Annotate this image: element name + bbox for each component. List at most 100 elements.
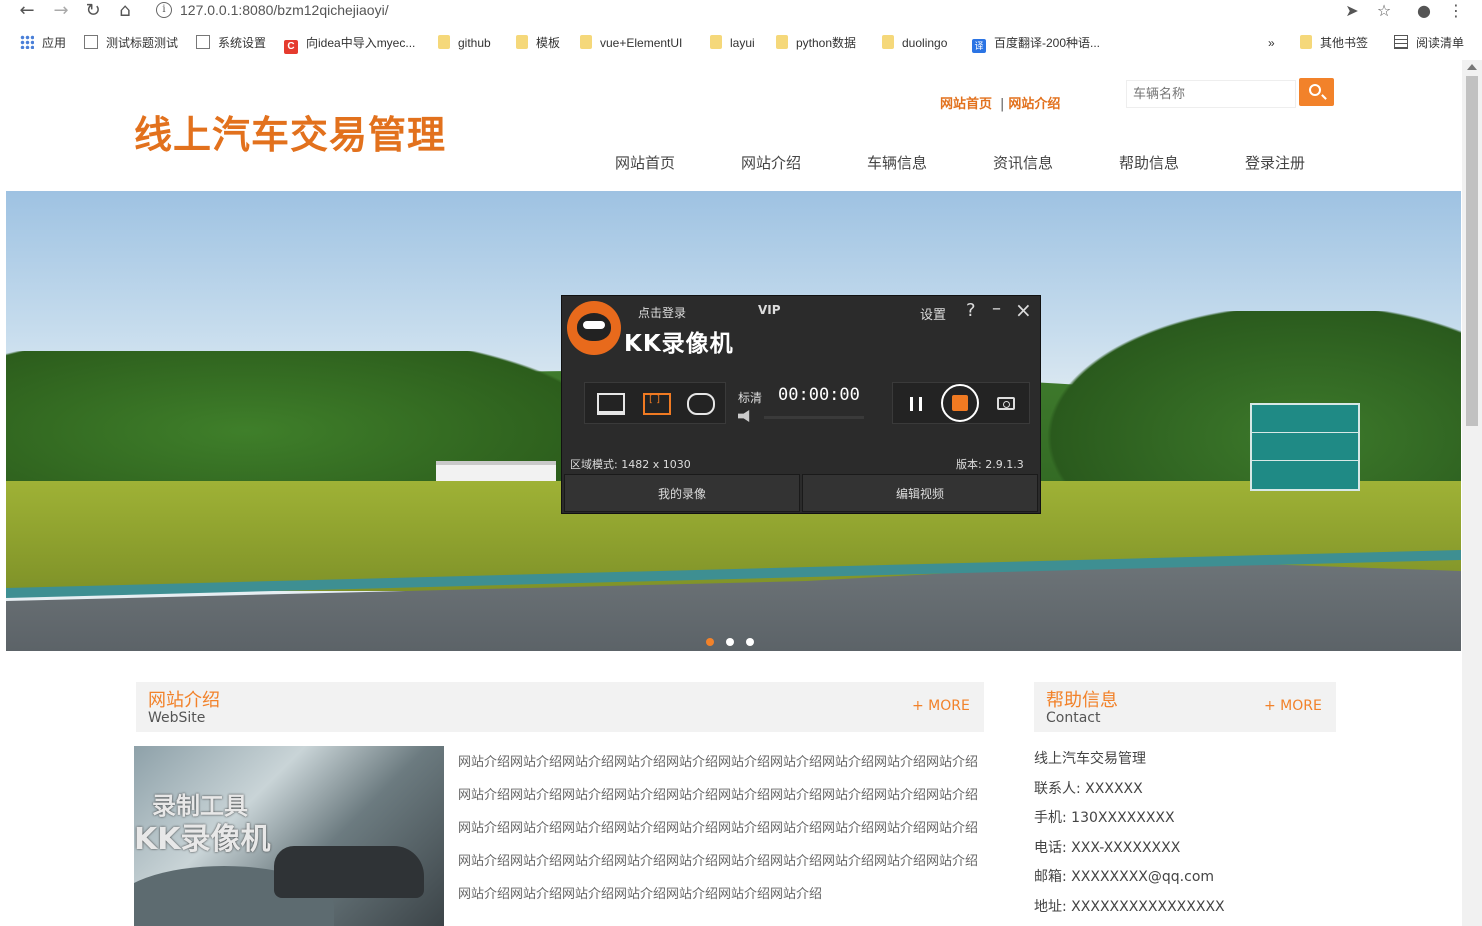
toplink-home[interactable]: 网站首页 <box>940 97 992 112</box>
address-bar[interactable]: i 127.0.0.1:8080/bzm12qichejiaoyi/ <box>146 0 1336 22</box>
help-subtitle: Contact <box>1046 710 1101 726</box>
bookmark-item[interactable]: 测试标题测试 <box>84 34 178 52</box>
screenshot-icon[interactable] <box>997 397 1015 410</box>
region-mode-icon[interactable] <box>643 393 671 415</box>
bookmark-apps[interactable]: 应用 <box>20 34 66 52</box>
star-icon[interactable]: ☆ <box>1372 0 1396 22</box>
pause-icon[interactable] <box>910 397 922 411</box>
menu-icon[interactable]: ⋮ <box>1444 0 1468 22</box>
help-more-link[interactable]: + MORE <box>1264 698 1322 714</box>
translate-icon: 译 <box>972 39 986 53</box>
top-links: 网站首页 | 网站介绍 <box>940 93 1064 112</box>
folder-icon <box>710 35 722 49</box>
carousel-dot[interactable] <box>746 638 754 646</box>
page-scrollbar[interactable] <box>1462 60 1482 926</box>
about-text: 网站介绍网站介绍网站介绍网站介绍网站介绍网站介绍网站介绍网站介绍网站介绍网站介绍… <box>458 755 979 902</box>
browser-toolbar: ← → ↻ ⌂ i 127.0.0.1:8080/bzm12qichejiaoy… <box>0 0 1482 26</box>
record-stop-button[interactable] <box>941 384 979 422</box>
send-icon[interactable]: ➤ <box>1340 0 1364 22</box>
kk-quality[interactable]: 标清 <box>738 389 762 406</box>
search-icon <box>1309 84 1321 96</box>
kk-login-link[interactable]: 点击登录 <box>638 304 686 321</box>
nav-about[interactable]: 网站介绍 <box>708 152 834 173</box>
help-section-header: 帮助信息 Contact + MORE <box>1034 682 1336 732</box>
kk-region-info: 区域模式: 1482 x 1030 <box>570 458 691 471</box>
bookmark-folder[interactable]: layui <box>710 34 755 52</box>
game-mode-icon[interactable] <box>687 393 715 415</box>
profile-icon[interactable]: ● <box>1412 0 1436 22</box>
kk-help-icon[interactable]: ? <box>966 300 976 321</box>
nav-news[interactable]: 资讯信息 <box>960 152 1086 173</box>
edit-video-button[interactable]: 编辑视频 <box>802 474 1038 512</box>
my-recordings-button[interactable]: 我的录像 <box>564 474 800 512</box>
nav-home[interactable]: 网站首页 <box>582 152 708 173</box>
kk-vip-link[interactable]: VIP <box>758 303 781 317</box>
kk-capture-modes <box>584 382 726 424</box>
kk-brand: KK录像机 <box>624 331 734 357</box>
search-input[interactable] <box>1127 81 1287 107</box>
site-logo[interactable]: 线上汽车交易管理 <box>134 104 446 159</box>
help-title: 帮助信息 <box>1046 690 1118 711</box>
kk-minimize-icon[interactable]: – <box>992 298 1001 319</box>
about-subtitle: WebSite <box>148 710 206 726</box>
folder-icon <box>882 35 894 49</box>
image-car <box>274 846 424 898</box>
volume-slider[interactable] <box>764 416 864 419</box>
about-section-header: 网站介绍 WebSite + MORE <box>136 682 984 732</box>
folder-icon <box>1300 35 1312 49</box>
reading-list-icon <box>1394 35 1408 49</box>
bookmark-item[interactable]: 系统设置 <box>196 34 266 52</box>
url-text[interactable]: 127.0.0.1:8080/bzm12qichejiaoyi/ <box>180 2 389 18</box>
bookmark-item[interactable]: C 向idea中导入myec... <box>284 34 415 54</box>
forward-icon[interactable]: → <box>48 0 74 22</box>
scrollbar-thumb[interactable] <box>1466 76 1478 426</box>
kk-record-controls <box>892 382 1030 424</box>
scroll-up-icon[interactable] <box>1467 64 1477 70</box>
other-bookmarks[interactable]: 其他书签 <box>1300 34 1368 52</box>
apps-icon <box>20 35 34 49</box>
fullscreen-mode-icon[interactable] <box>597 393 625 415</box>
nav-help[interactable]: 帮助信息 <box>1086 152 1212 173</box>
c-logo-icon: C <box>284 40 298 54</box>
nav-vehicles[interactable]: 车辆信息 <box>834 152 960 173</box>
carousel-dot[interactable] <box>726 638 734 646</box>
kk-version: 版本: 2.9.1.3 <box>956 458 1024 471</box>
kk-settings-button[interactable]: 设置 <box>920 304 946 323</box>
carousel-dots <box>706 631 766 650</box>
bookmark-item[interactable]: 译百度翻译-200种语... <box>972 34 1100 53</box>
home-icon[interactable]: ⌂ <box>112 0 138 22</box>
contact-person: 联系人: XXXXXX <box>1034 780 1143 797</box>
search-field[interactable] <box>1126 80 1296 108</box>
bookmark-folder[interactable]: github <box>438 34 491 52</box>
kk-recorder-window[interactable]: 点击登录 VIP KK录像机 设置 ? – × 标清 00:00:00 区域模式… <box>561 295 1041 514</box>
bookmarks-bar: 应用 测试标题测试 系统设置 C 向idea中导入myec... github 模… <box>0 30 1482 56</box>
nav-login-register[interactable]: 登录注册 <box>1212 152 1338 173</box>
reload-icon[interactable]: ↻ <box>80 0 106 22</box>
page-icon <box>84 35 98 49</box>
folder-icon <box>776 35 788 49</box>
search-button[interactable] <box>1299 78 1334 106</box>
kk-close-icon[interactable]: × <box>1015 298 1032 322</box>
image-caption: KK录像机 <box>134 822 271 857</box>
kk-logo-icon <box>567 301 621 355</box>
volume-icon[interactable] <box>738 410 750 422</box>
contact-list: 线上汽车交易管理 联系人: XXXXXX 手机: 130XXXXXXXX 电话:… <box>1034 748 1225 925</box>
contact-phone: 电话: XXX-XXXXXXXX <box>1034 839 1181 856</box>
about-image[interactable]: 录制工具 KK录像机 <box>134 746 444 926</box>
bookmark-folder[interactable]: vue+ElementUI <box>580 34 682 52</box>
reading-list[interactable]: 阅读清单 <box>1394 34 1464 52</box>
folder-icon <box>438 35 450 49</box>
folder-icon <box>516 35 528 49</box>
site-info-icon[interactable]: i <box>156 2 172 18</box>
about-more-link[interactable]: + MORE <box>912 698 970 714</box>
kk-timer: 00:00:00 <box>778 385 860 405</box>
road-sign <box>1250 403 1360 491</box>
back-icon[interactable]: ← <box>14 0 40 22</box>
toplink-about[interactable]: 网站介绍 <box>1008 97 1060 112</box>
bookmark-folder[interactable]: 模板 <box>516 34 560 52</box>
carousel-dot[interactable] <box>706 638 714 646</box>
bookmark-folder[interactable]: duolingo <box>882 34 947 52</box>
bookmarks-overflow[interactable]: » <box>1268 34 1275 52</box>
bookmark-folder[interactable]: python数据 <box>776 34 856 52</box>
folder-icon <box>580 35 592 49</box>
